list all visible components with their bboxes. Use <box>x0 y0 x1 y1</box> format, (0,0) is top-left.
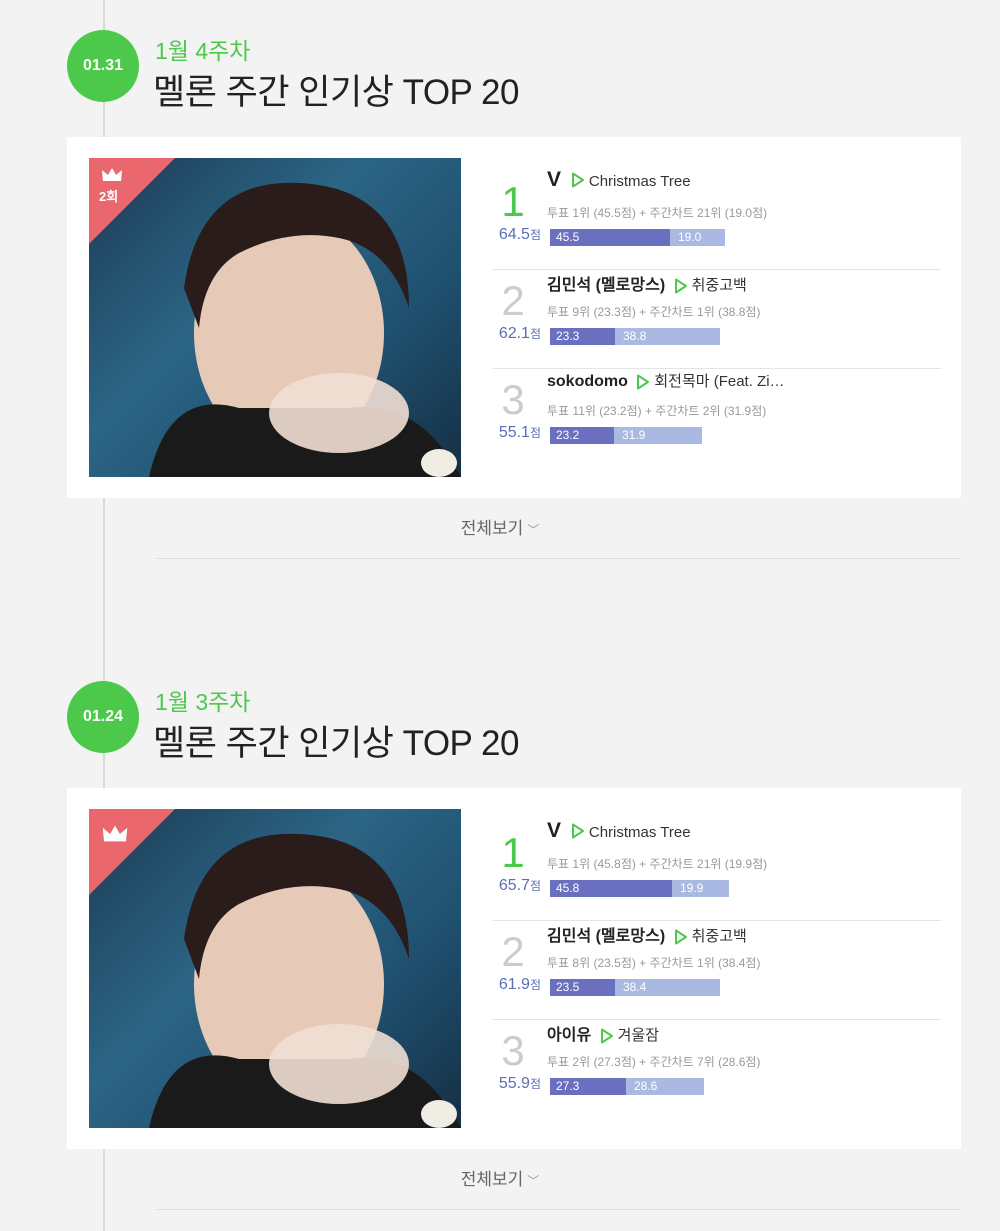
rank-row[interactable]: 2 김민석 (멜로망스) 취중고백 투표 8위 (23.5점) + 주간차트 1… <box>493 922 941 1020</box>
divider <box>155 1209 961 1210</box>
crown-icon <box>101 166 123 184</box>
view-all-label: 전체보기 <box>460 1170 524 1189</box>
total-score: 61.9점 <box>498 976 541 993</box>
score-bar: 45.5 19.0 <box>550 229 725 246</box>
artist-name[interactable]: 김민석 (멜로망스) 취중고백 <box>547 922 747 946</box>
vote-bar: 45.8 <box>550 880 672 897</box>
artist-name[interactable]: 김민석 (멜로망스) 취중고백 <box>547 271 747 295</box>
play-icon[interactable] <box>674 929 688 945</box>
rank-number: 1 <box>501 178 525 225</box>
view-all-button[interactable]: 전체보기 ﹀ <box>0 514 1000 539</box>
crown-icon <box>101 823 128 842</box>
chevron-down-icon: ﹀ <box>527 523 540 537</box>
score-detail: 투표 2위 (27.3점) + 주간차트 7위 (28.6점) <box>547 1055 761 1069</box>
play-icon[interactable] <box>636 374 650 390</box>
artist-name[interactable]: 아이유 겨울잠 <box>547 1021 659 1045</box>
rank-list: 1 V Christmas Tree 투표 1위 (45.8점) + 주간차트 … <box>493 819 941 1119</box>
week-section: 01.24 1월 3주차 멜론 주간 인기상 TOP 20 1 V Christ… <box>0 651 1000 1231</box>
ranking-card: 1 V Christmas Tree 투표 1위 (45.8점) + 주간차트 … <box>67 788 961 1149</box>
song-title[interactable]: Christmas Tree <box>589 173 691 190</box>
score-bar: 23.2 31.9 <box>550 427 702 444</box>
total-score: 55.9점 <box>498 1075 541 1092</box>
rank-number: 3 <box>501 1027 525 1074</box>
artist-label: 김민석 (멜로망스) <box>547 277 666 294</box>
song-title[interactable]: 겨울잠 <box>618 1027 659 1044</box>
rank-number: 2 <box>501 928 525 975</box>
song-title[interactable]: 취중고백 <box>692 277 747 294</box>
week-label: 1월 4주차 <box>155 38 251 64</box>
artist-label: sokodomo <box>547 373 628 390</box>
date-badge: 01.31 <box>67 30 139 102</box>
chart-bar: 38.4 <box>615 979 720 996</box>
rank-number: 2 <box>501 277 525 324</box>
play-icon[interactable] <box>600 1028 614 1044</box>
week-title: 멜론 주간 인기상 TOP 20 <box>153 724 519 763</box>
play-icon[interactable] <box>674 278 688 294</box>
play-icon[interactable] <box>571 172 585 188</box>
artist-photo[interactable] <box>89 809 461 1128</box>
rank-number: 1 <box>501 829 525 876</box>
chart-bar: 19.0 <box>670 229 725 246</box>
score-detail: 투표 9위 (23.3점) + 주간차트 1위 (38.8점) <box>547 305 761 319</box>
score-bar: 23.5 38.4 <box>550 979 720 996</box>
artist-label: V <box>547 819 562 842</box>
chart-bar: 28.6 <box>626 1078 704 1095</box>
artist-photo[interactable]: 2회 <box>89 158 461 477</box>
score-detail: 투표 11위 (23.2점) + 주간차트 2위 (31.9점) <box>547 404 767 418</box>
artist-name[interactable]: V Christmas Tree <box>547 819 691 843</box>
song-title[interactable]: 회전목마 (Feat. Zi… <box>654 373 784 390</box>
total-score: 62.1점 <box>498 325 541 342</box>
ranking-card: 2회 1 V Christmas Tree 투표 1위 (45.5점) + 주간… <box>67 137 961 498</box>
rank-row[interactable]: 2 김민석 (멜로망스) 취중고백 투표 9위 (23.3점) + 주간차트 1… <box>493 271 941 369</box>
score-bar: 45.8 19.9 <box>550 880 729 897</box>
rank-row[interactable]: 3 sokodomo 회전목마 (Feat. Zi… 투표 11위 (23.2점… <box>493 370 941 468</box>
play-icon[interactable] <box>571 823 585 839</box>
chart-bar: 38.8 <box>615 328 720 345</box>
artist-name[interactable]: sokodomo 회전목마 (Feat. Zi… <box>547 370 785 391</box>
song-title[interactable]: 취중고백 <box>692 928 747 945</box>
week-label: 1월 3주차 <box>155 689 251 715</box>
vote-bar: 27.3 <box>550 1078 626 1095</box>
divider <box>155 558 961 559</box>
rank-row[interactable]: 1 V Christmas Tree 투표 1위 (45.8점) + 주간차트 … <box>493 819 941 921</box>
week-section: 01.31 1월 4주차 멜론 주간 인기상 TOP 20 2회 1 V Chr… <box>0 0 1000 620</box>
vote-bar: 23.3 <box>550 328 615 345</box>
crown-count: 2회 <box>99 189 119 204</box>
total-score: 64.5점 <box>498 226 541 243</box>
total-score: 55.1점 <box>498 424 541 441</box>
chevron-down-icon: ﹀ <box>527 1174 540 1188</box>
artist-label: V <box>547 168 562 191</box>
vote-bar: 45.5 <box>550 229 670 246</box>
view-all-label: 전체보기 <box>460 519 524 538</box>
chart-bar: 19.9 <box>672 880 729 897</box>
vote-bar: 23.2 <box>550 427 614 444</box>
total-score: 65.7점 <box>498 877 541 894</box>
week-title: 멜론 주간 인기상 TOP 20 <box>153 73 519 112</box>
rank-list: 1 V Christmas Tree 투표 1위 (45.5점) + 주간차트 … <box>493 168 941 468</box>
crown-corner <box>89 809 175 895</box>
chart-bar: 31.9 <box>614 427 702 444</box>
score-detail: 투표 8위 (23.5점) + 주간차트 1위 (38.4점) <box>547 956 761 970</box>
vote-bar: 23.5 <box>550 979 615 996</box>
artist-name[interactable]: V Christmas Tree <box>547 168 691 192</box>
rank-row[interactable]: 1 V Christmas Tree 투표 1위 (45.5점) + 주간차트 … <box>493 168 941 270</box>
score-bar: 27.3 28.6 <box>550 1078 704 1095</box>
song-title[interactable]: Christmas Tree <box>589 824 691 841</box>
artist-label: 아이유 <box>547 1027 592 1044</box>
score-bar: 23.3 38.8 <box>550 328 720 345</box>
date-badge: 01.24 <box>67 681 139 753</box>
score-detail: 투표 1위 (45.8점) + 주간차트 21위 (19.9점) <box>547 857 768 871</box>
artist-label: 김민석 (멜로망스) <box>547 928 666 945</box>
rank-row[interactable]: 3 아이유 겨울잠 투표 2위 (27.3점) + 주간차트 7위 (28.6점… <box>493 1021 941 1119</box>
score-detail: 투표 1위 (45.5점) + 주간차트 21위 (19.0점) <box>547 206 768 220</box>
view-all-button[interactable]: 전체보기 ﹀ <box>0 1165 1000 1190</box>
rank-number: 3 <box>501 376 525 423</box>
